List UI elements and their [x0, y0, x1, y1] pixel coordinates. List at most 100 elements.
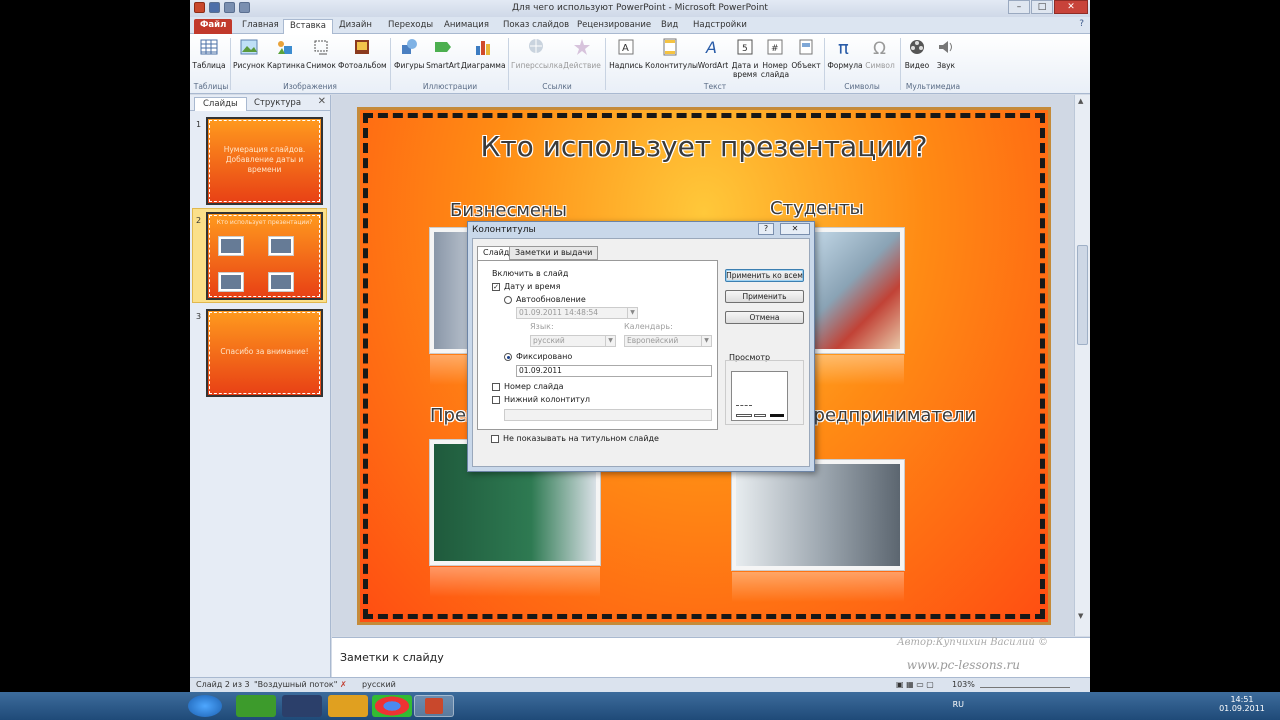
slide-thumbnail-1[interactable]: Нумерация слайдов. Добавление даты и вре…: [206, 117, 323, 205]
tab-file[interactable]: Файл: [194, 19, 233, 34]
zoom-slider[interactable]: [980, 680, 1070, 688]
language-select[interactable]: русский ▼: [530, 335, 616, 347]
tab-review[interactable]: Рецензирование: [571, 19, 657, 34]
zoom-level[interactable]: 103%: [952, 680, 975, 689]
tab-slideshow[interactable]: Показ слайдов: [497, 19, 575, 34]
label-entrepreneurs[interactable]: Предприниматели: [800, 405, 976, 426]
wordart-button[interactable]: A WordArt: [696, 37, 730, 70]
tab-design[interactable]: Дизайн: [333, 19, 378, 34]
date-time-checkbox[interactable]: ✓: [492, 283, 500, 291]
picture-button[interactable]: Рисунок: [232, 37, 266, 70]
slide-number-icon: #: [767, 39, 783, 55]
tab-addins[interactable]: Надстройки: [687, 19, 753, 34]
slide-number-button[interactable]: # Номер слайда: [760, 37, 790, 79]
scroll-up-icon[interactable]: ▲: [1078, 97, 1083, 105]
object-button[interactable]: Объект: [791, 37, 821, 70]
symbol-button[interactable]: Ω Символ: [864, 37, 896, 70]
picture-icon: [240, 39, 258, 55]
slide-thumbnail-2[interactable]: Кто использует презентации?: [206, 212, 323, 300]
scroll-down-icon[interactable]: ▼: [1078, 612, 1083, 620]
dont-show-title-checkbox[interactable]: [491, 435, 499, 443]
vertical-scrollbar[interactable]: ▲ ▼: [1074, 95, 1090, 636]
table-button[interactable]: Таблица: [192, 37, 226, 70]
hyperlink-button[interactable]: Гиперссылка: [511, 37, 563, 70]
close-button[interactable]: ✕: [1054, 0, 1088, 14]
label-students[interactable]: Студенты: [770, 198, 864, 219]
utorrent-icon[interactable]: [236, 695, 276, 717]
start-button[interactable]: [188, 695, 222, 717]
preview-image: [731, 371, 788, 421]
tab-animation[interactable]: Анимация: [438, 19, 495, 34]
label-businessmen[interactable]: Бизнесмены: [450, 200, 567, 221]
clipart-icon: [278, 41, 292, 54]
slide-thumbnail-text: Спасибо за внимание!: [220, 347, 309, 356]
speaker-icon: [939, 41, 952, 53]
group-symbols-label: Символы: [844, 82, 880, 91]
chart-button[interactable]: Диаграмма: [461, 37, 506, 70]
notes-pane[interactable]: Заметки к слайду Автор:Купчихин Василий …: [332, 637, 1090, 677]
help-icon[interactable]: ?: [1079, 19, 1084, 29]
scroll-thumb[interactable]: [1077, 245, 1088, 345]
tab-outline[interactable]: Структура: [246, 97, 309, 111]
view-buttons[interactable]: ▣ ▦ ▭ ▢: [896, 680, 934, 689]
group-illustrations-label: Иллюстрации: [422, 82, 478, 91]
auto-update-label: Автообновление: [516, 295, 586, 304]
dialog-tab-panel: Включить в слайд ✓ Дату и время Автообно…: [477, 260, 718, 430]
smartart-button[interactable]: SmartArt: [426, 37, 460, 70]
tab-insert[interactable]: Вставка: [283, 19, 334, 34]
textbox-button[interactable]: A Надпись: [608, 37, 644, 70]
tab-slides[interactable]: Слайды: [194, 97, 247, 111]
slide-title[interactable]: Кто использует презентации?: [360, 130, 1048, 163]
apply-button[interactable]: Применить: [725, 290, 804, 303]
dialog-close-button[interactable]: ✕: [780, 223, 810, 235]
clock[interactable]: 14:51 01.09.2011: [1212, 695, 1272, 713]
powerpoint-taskbar-icon[interactable]: [414, 695, 454, 717]
close-icon[interactable]: ✕: [318, 96, 326, 107]
action-button[interactable]: Действие: [563, 37, 601, 70]
maximize-button[interactable]: □: [1031, 0, 1053, 14]
calendar-icon: 5: [737, 39, 753, 55]
notes-placeholder[interactable]: Заметки к слайду: [340, 651, 444, 664]
dialog-help-button[interactable]: ?: [758, 223, 774, 235]
slide-thumbnail-3[interactable]: Спасибо за внимание!: [206, 309, 323, 397]
tab-view[interactable]: Вид: [655, 19, 684, 34]
calendar-select[interactable]: Европейский ▼: [624, 335, 712, 347]
shapes-button[interactable]: Фигуры: [394, 37, 424, 70]
slides-panel: Слайды Структура ✕ 1 Нумерация слайдов. …: [190, 95, 331, 677]
spellcheck-icon[interactable]: ✗: [340, 680, 347, 689]
tab-home[interactable]: Главная: [236, 19, 285, 34]
cancel-button[interactable]: Отмена: [725, 311, 804, 324]
floppy-save-icon[interactable]: [282, 695, 322, 717]
header-footer-button[interactable]: Колонтитулы: [645, 37, 698, 70]
auto-update-select[interactable]: 01.09.2011 14:48:54 ▼: [516, 307, 638, 319]
language-status[interactable]: русский: [362, 680, 396, 689]
screenshot-icon: [314, 40, 328, 55]
chrome-icon[interactable]: [372, 695, 412, 717]
photoalbum-button[interactable]: Фотоальбом: [338, 37, 387, 70]
screenshot-button[interactable]: Снимок: [305, 37, 337, 70]
clipart-button[interactable]: Картинка: [267, 37, 305, 70]
equation-button[interactable]: π Формула: [827, 37, 863, 70]
tab-transitions[interactable]: Переходы: [382, 19, 439, 34]
video-button[interactable]: Видео: [903, 37, 931, 70]
tab-notes-handouts[interactable]: Заметки и выдачи: [509, 246, 599, 260]
chevron-down-icon: ▼: [605, 336, 615, 346]
minimize-button[interactable]: –: [1008, 0, 1030, 14]
theme-name[interactable]: "Воздушный поток": [254, 680, 337, 689]
date-time-button[interactable]: 5 Дата и время: [731, 37, 759, 79]
group-tables-label: Таблицы: [193, 82, 229, 91]
audio-button[interactable]: Звук: [932, 37, 960, 70]
pencil-app-icon[interactable]: [328, 695, 368, 717]
language-indicator[interactable]: RU: [953, 700, 964, 709]
footer-checkbox[interactable]: [492, 396, 500, 404]
footer-input[interactable]: [504, 409, 712, 421]
auto-update-radio[interactable]: [504, 296, 512, 304]
fixed-date-input[interactable]: 01.09.2011: [516, 365, 712, 377]
slide-number: 2: [196, 216, 202, 225]
apply-to-all-button[interactable]: Применить ко всем: [725, 269, 804, 282]
slide-number-checkbox[interactable]: [492, 383, 500, 391]
photo-entrepreneurs[interactable]: [732, 460, 904, 570]
photo-students[interactable]: [800, 228, 904, 353]
slide-count: Слайд 2 из 3: [196, 680, 250, 689]
fixed-radio[interactable]: [504, 353, 512, 361]
